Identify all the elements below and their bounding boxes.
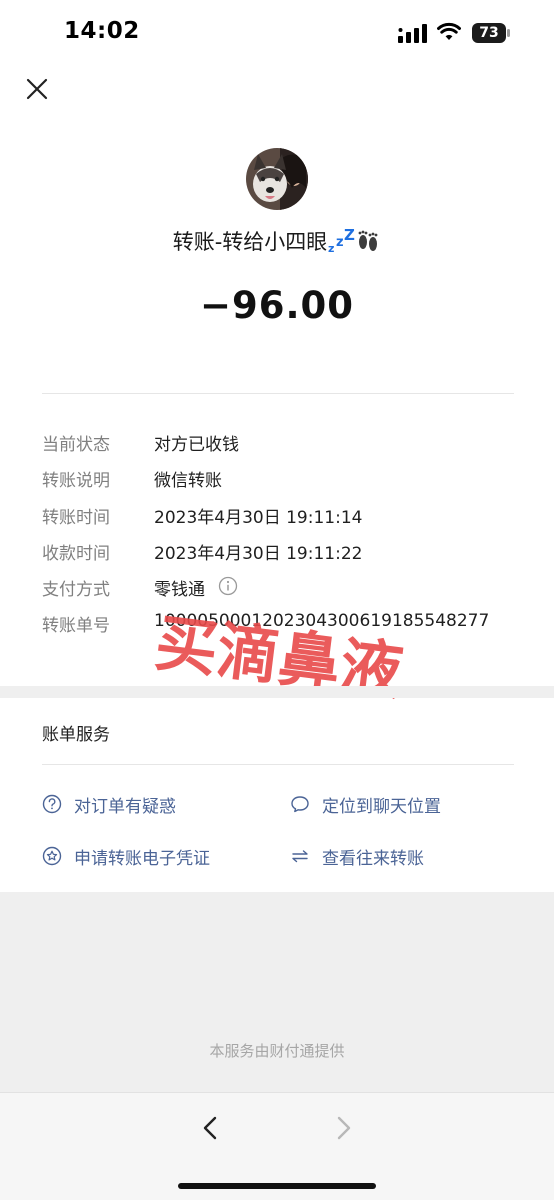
close-icon[interactable]	[22, 74, 52, 104]
service-label: 查看往来转账	[322, 849, 424, 869]
battery-icon: 73	[472, 23, 510, 43]
svg-text:z: z	[336, 235, 344, 250]
detail-value: 微信转账	[154, 471, 222, 491]
svg-text:z: z	[328, 242, 334, 253]
detail-label: 支付方式	[42, 580, 110, 600]
detail-label: 转账时间	[42, 508, 110, 528]
divider	[42, 764, 514, 765]
home-indicator[interactable]	[178, 1183, 376, 1189]
sleeping-zzz-emoji-icon: z z Z	[328, 227, 355, 253]
service-label: 对订单有疑惑	[74, 797, 176, 817]
detail-row-payment-method: 支付方式 零钱通	[42, 575, 514, 600]
question-icon	[42, 794, 62, 814]
transfer-title-text: 转账-转给小四眼	[172, 230, 328, 254]
service-label: 申请转账电子凭证	[74, 849, 210, 869]
swap-arrows-icon	[292, 850, 308, 863]
footer-area	[0, 892, 554, 1092]
cellular-signal-icon	[398, 24, 427, 43]
transfer-title: 转账-转给小四眼 z z Z	[0, 226, 554, 256]
divider	[42, 393, 514, 394]
wifi-icon	[437, 22, 461, 40]
browser-nav-bar	[0, 1092, 554, 1200]
info-icon[interactable]	[218, 576, 238, 596]
detail-label: 转账单号	[42, 616, 110, 636]
detail-value: 2023年4月30日 19:11:14	[154, 508, 363, 528]
detail-label: 当前状态	[42, 435, 110, 455]
detail-label: 收款时间	[42, 544, 110, 564]
chevron-right-icon[interactable]	[328, 1113, 358, 1143]
chevron-left-icon[interactable]	[196, 1113, 226, 1143]
service-label: 定位到聊天位置	[322, 797, 441, 817]
detail-value: 对方已收钱	[154, 435, 239, 455]
services-title: 账单服务	[42, 725, 110, 745]
star-badge-icon	[42, 846, 62, 866]
detail-value: 2023年4月30日 19:11:22	[154, 544, 363, 564]
battery-percent: 73	[479, 25, 499, 41]
provider-footer: 本服务由财付通提供	[209, 1042, 345, 1060]
transfer-amount: −96.00	[199, 284, 355, 327]
chat-bubble-icon	[291, 796, 309, 813]
svg-text:Z: Z	[344, 227, 355, 244]
status-time: 14:02	[64, 18, 140, 44]
avatar[interactable]	[246, 148, 308, 210]
detail-label: 转账说明	[42, 471, 110, 491]
section-separator	[0, 686, 554, 698]
footprints-emoji-icon	[358, 230, 378, 251]
status-bar: 14:02 73	[0, 0, 554, 66]
